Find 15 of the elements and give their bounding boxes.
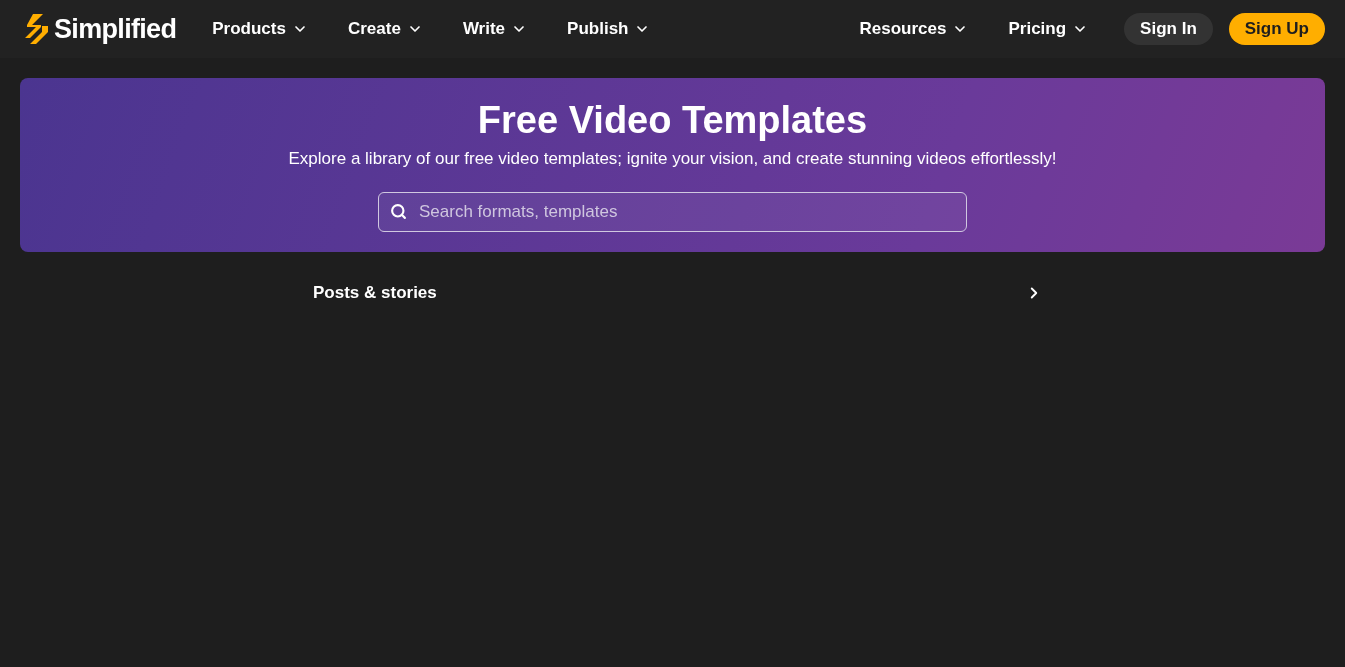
category-title: Posts & stories bbox=[313, 282, 437, 304]
hero-title: Free Video Templates bbox=[477, 98, 868, 142]
search-icon bbox=[390, 202, 407, 220]
logo-icon bbox=[24, 14, 50, 44]
nav-menu[interactable]: Create bbox=[347, 16, 423, 42]
logo-text: Simplified bbox=[54, 12, 177, 46]
auth-button[interactable]: Sign Up bbox=[1228, 13, 1325, 45]
nav-menu[interactable]: Products bbox=[212, 16, 308, 42]
nav-menu[interactable]: Publish bbox=[567, 16, 651, 42]
search-field[interactable]: Search formats, templates bbox=[378, 191, 967, 232]
hero-subtitle: Explore a library of our free video templates; ignite your vision, and create stunning videos effortlessly! bbox=[288, 148, 1057, 170]
auth-button[interactable]: Sign In bbox=[1124, 13, 1213, 45]
nav-menu[interactable]: Write bbox=[462, 16, 528, 42]
nav-menu[interactable]: Resources bbox=[859, 16, 969, 42]
nav-menu[interactable]: Pricing bbox=[1008, 16, 1089, 42]
